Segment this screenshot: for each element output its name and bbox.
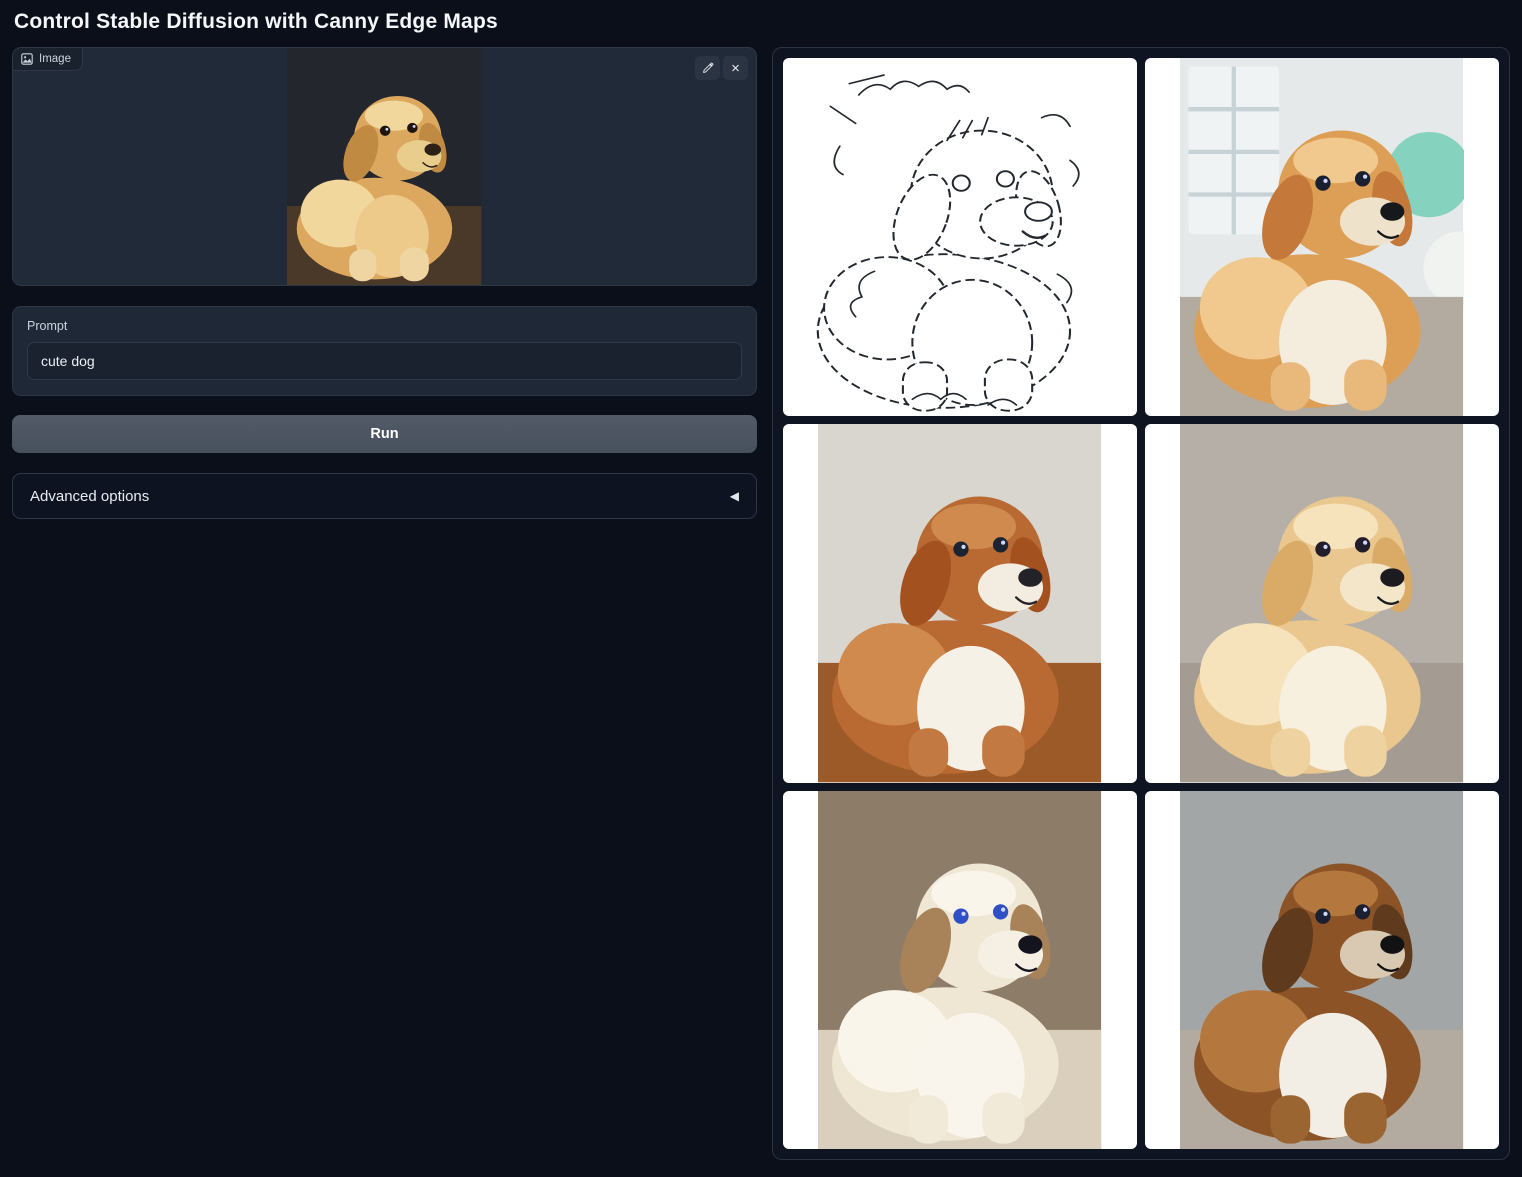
advanced-options-accordion[interactable]: Advanced options ◀ [12, 473, 757, 519]
chevron-left-icon: ◀ [730, 489, 739, 503]
app-page: Control Stable Diffusion with Canny Edge… [0, 0, 1522, 1177]
gallery-item-canny-edge-map[interactable] [783, 58, 1137, 416]
prompt-input[interactable] [27, 342, 742, 380]
prompt-label: Prompt [27, 319, 742, 333]
run-button[interactable]: Run [12, 415, 757, 453]
main-layout: Image × Prompt Run [12, 47, 1510, 1160]
input-image-preview [287, 48, 481, 285]
input-image-component[interactable]: Image × [12, 47, 757, 286]
page-title: Control Stable Diffusion with Canny Edge… [14, 10, 1508, 34]
advanced-options-label: Advanced options [30, 488, 149, 505]
image-label-text: Image [39, 53, 71, 65]
gallery-item-generated-dog-1[interactable] [1145, 58, 1499, 416]
clear-icon: × [731, 61, 740, 76]
prompt-block: Prompt [12, 306, 757, 396]
gallery-item-generated-dog-3[interactable] [1145, 424, 1499, 782]
edit-icon [701, 62, 714, 75]
image-toolbar: × [695, 56, 748, 80]
gallery-item-generated-dog-5[interactable] [1145, 791, 1499, 1149]
gallery-item-generated-dog-2[interactable] [783, 424, 1137, 782]
gallery-item-generated-dog-4[interactable] [783, 791, 1137, 1149]
output-gallery [772, 47, 1510, 1160]
clear-button[interactable]: × [723, 56, 748, 80]
edit-button[interactable] [695, 56, 720, 80]
controls-column: Image × Prompt Run [12, 47, 757, 519]
image-label: Image [13, 48, 83, 71]
image-icon [21, 53, 33, 65]
